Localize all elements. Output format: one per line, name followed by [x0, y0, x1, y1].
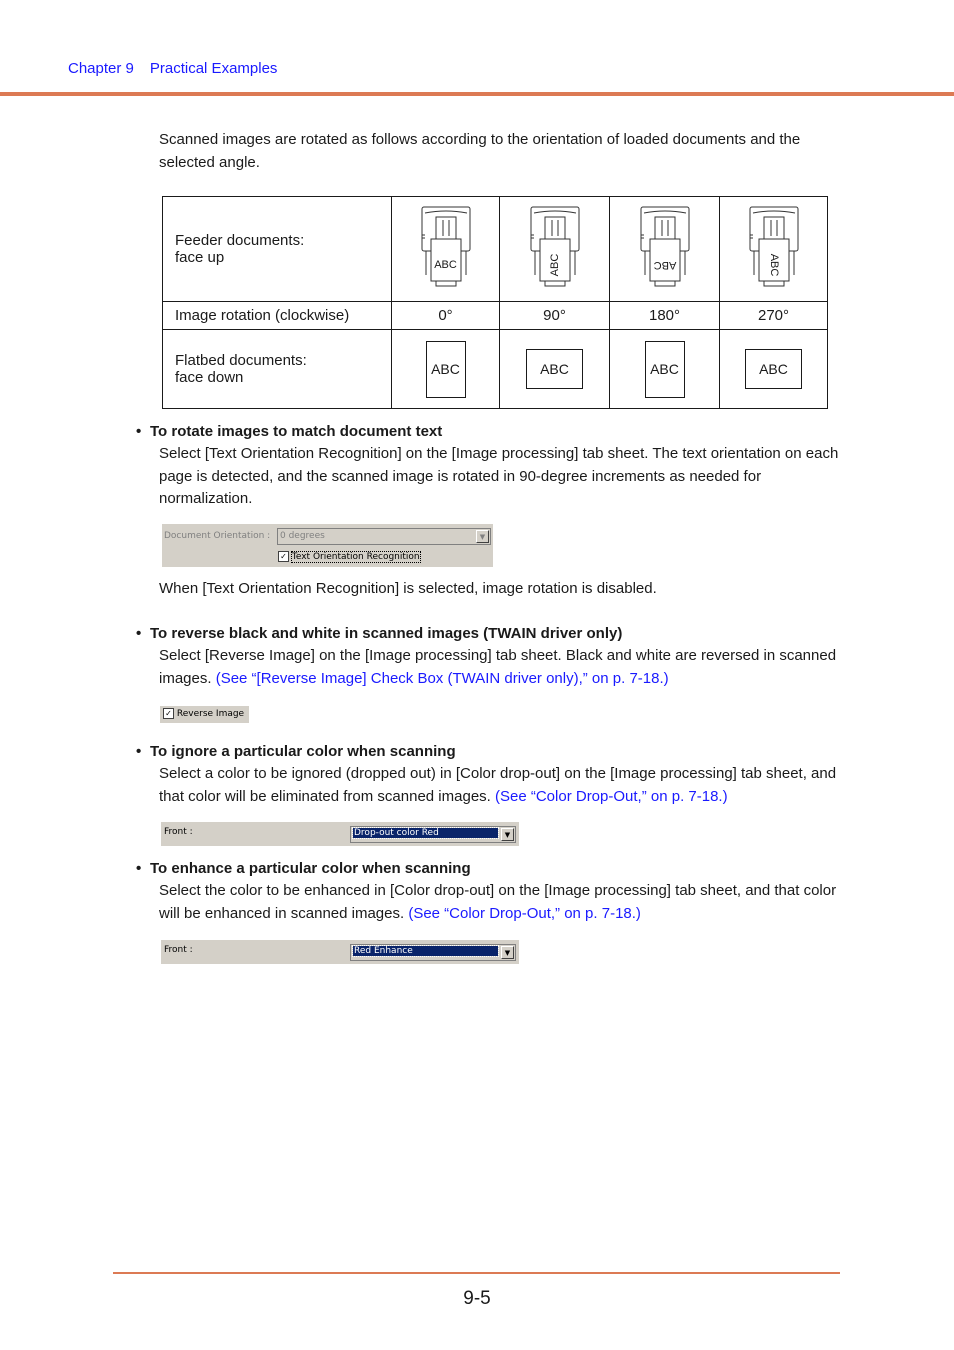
- flatbed-cell-270: ABC: [719, 329, 828, 409]
- rotation-table: Feeder documents: face up ABC ABC ABC ABC…: [162, 196, 828, 409]
- feeder-cell-90: ABC: [499, 196, 610, 302]
- feeder-cell-270: ABC: [719, 196, 828, 302]
- section-body: Select [Reverse Image] on the [Image pro…: [159, 647, 837, 687]
- flatbed-row: Flatbed documents: face down ABC ABC ABC …: [162, 329, 828, 409]
- scanner-icon: ABC: [528, 205, 582, 289]
- cross-reference-link[interactable]: (See “Color Drop-Out,” on p. 7-18.): [408, 905, 641, 922]
- chapter-title[interactable]: Practical Examples: [150, 60, 278, 77]
- bullet-icon: •: [136, 625, 142, 642]
- angle-cell: 270°: [719, 301, 828, 330]
- front-label: Front :: [164, 945, 193, 955]
- flatbed-cell-90: ABC: [499, 329, 610, 409]
- front-label: Front :: [164, 827, 193, 837]
- text-orientation-checkbox[interactable]: ✓ Text Orientation Recognition: [278, 551, 421, 563]
- feeder-cell-180: ABC: [609, 196, 720, 302]
- section-heading: • To enhance a particular color when scan…: [136, 860, 471, 877]
- header-divider: [0, 92, 954, 96]
- section-heading: • To reverse black and white in scanned i…: [136, 625, 623, 642]
- document-text: ABC: [434, 259, 457, 271]
- rotation-label: Image rotation (clockwise): [162, 301, 392, 330]
- document-text: ABC: [653, 259, 676, 271]
- section-body: Select [Text Orientation Recognition] on…: [159, 445, 839, 507]
- orientation-select[interactable]: 0 degrees ▼: [277, 528, 491, 545]
- orientation-panel-screenshot: Document Orientation : 0 degrees ▼ ✓ Tex…: [162, 524, 493, 567]
- running-header: Chapter 9 Practical Examples: [68, 60, 277, 77]
- reverse-image-screenshot: ✓ Reverse Image: [160, 706, 249, 723]
- chevron-down-icon[interactable]: ▼: [501, 828, 514, 841]
- scanner-icon: ABC: [419, 205, 473, 289]
- flatbed-cell-180: ABC: [609, 329, 720, 409]
- section-heading: • To ignore a particular color when scann…: [136, 743, 456, 760]
- section-note: When [Text Orientation Recognition] is s…: [159, 580, 657, 597]
- angle-cell: 180°: [609, 301, 720, 330]
- page-number: 9-5: [463, 1288, 491, 1309]
- dropout-select[interactable]: Drop-out color Red ▼: [350, 826, 516, 843]
- document-portrait: ABC: [644, 340, 685, 398]
- chevron-down-icon[interactable]: ▼: [476, 530, 489, 543]
- document-portrait: ABC: [425, 340, 466, 398]
- document-text: ABC: [548, 253, 561, 277]
- footer-divider: [113, 1272, 840, 1274]
- reverse-image-checkbox[interactable]: ✓ Reverse Image: [163, 708, 244, 719]
- feeder-row: Feeder documents: face up ABC ABC ABC ABC: [162, 196, 828, 302]
- scanner-icon: ABC: [747, 205, 801, 289]
- section-body: Select a color to be ignored (dropped ou…: [159, 765, 837, 805]
- bullet-icon: •: [136, 743, 142, 760]
- rotation-row: Image rotation (clockwise) 0° 90° 180° 2…: [162, 301, 828, 330]
- feeder-cell-0: ABC: [391, 196, 500, 302]
- chapter-label[interactable]: Chapter 9: [68, 60, 134, 77]
- flatbed-label: Flatbed documents: face down: [162, 329, 392, 409]
- flatbed-cell-0: ABC: [391, 329, 500, 409]
- cross-reference-link[interactable]: (See “[Reverse Image] Check Box (TWAIN d…: [216, 670, 669, 687]
- bullet-icon: •: [136, 423, 142, 440]
- bullet-icon: •: [136, 860, 142, 877]
- orientation-label: Document Orientation :: [164, 531, 271, 541]
- color-enhance-screenshot: Front : Red Enhance ▼: [161, 940, 519, 964]
- cross-reference-link[interactable]: (See “Color Drop-Out,” on p. 7-18.): [495, 788, 728, 805]
- intro-paragraph: Scanned images are rotated as follows ac…: [159, 131, 801, 171]
- scanner-icon: ABC: [638, 205, 692, 289]
- section-body: Select the color to be enhanced in [Colo…: [159, 882, 837, 922]
- document-landscape: ABC: [526, 349, 583, 389]
- color-dropout-screenshot: Front : Drop-out color Red ▼: [161, 822, 519, 846]
- document-landscape: ABC: [745, 349, 802, 389]
- document-text: ABC: [767, 253, 780, 277]
- enhance-select[interactable]: Red Enhance ▼: [350, 944, 516, 961]
- checkbox-checked-icon[interactable]: ✓: [163, 708, 174, 719]
- angle-cell: 0°: [391, 301, 500, 330]
- section-heading: • To rotate images to match document text: [136, 423, 443, 440]
- feeder-label: Feeder documents: face up: [162, 196, 392, 302]
- chevron-down-icon[interactable]: ▼: [501, 946, 514, 959]
- angle-cell: 90°: [499, 301, 610, 330]
- checkbox-checked-icon[interactable]: ✓: [278, 551, 289, 562]
